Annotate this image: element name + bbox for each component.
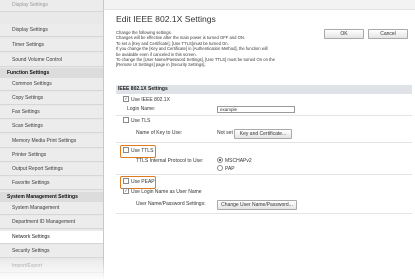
use-login-name-row: ✓ Use Login Name as User Name [123,187,202,196]
sidebar-item-display-settings[interactable]: Display Settings [0,24,103,37]
mschapv2-radio-row: MSCHAPv2 [217,156,252,165]
pap-label: PAP [225,166,235,172]
sidebar-item-memory-media-print-settings[interactable]: Memory Media Print Settings [0,135,103,148]
instructions-text: Change the following settings. Changes w… [116,30,412,68]
use-tls-checkbox[interactable] [123,116,129,123]
divider [116,213,412,214]
sidebar-item-common-settings[interactable]: Common Settings [0,78,103,91]
sidebar-item-import-export[interactable]: Import/Export [0,260,103,273]
instruction-line: [Remote UI Settings] page in [Security S… [116,62,206,68]
login-name-label: Login Name: [127,106,156,112]
sidebar-item-copy-settings[interactable]: Copy Settings [0,92,103,105]
divider [116,142,412,143]
sidebar-item-sound-volume-control[interactable]: Sound Volume Control [0,54,103,67]
use-login-name-label: Use Login Name as User Name [131,189,202,195]
use-tls-row: Use TLS [123,116,151,125]
section-heading: IEEE 802.1X Settings [116,85,412,94]
sidebar-heading-function-settings: Function Settings [0,68,103,78]
login-name-input[interactable] [217,106,295,113]
sidebar-item-timer-settings[interactable]: Timer Settings [0,39,103,52]
use-ttls-checkbox[interactable] [123,146,129,153]
use-peap-checkbox[interactable] [123,177,129,184]
key-name-value: Not set [217,130,233,136]
sidebar-item-network-settings[interactable]: Network Settings [0,231,103,244]
mschapv2-radio[interactable] [217,156,223,163]
pap-radio[interactable] [217,164,223,171]
sidebar-item-favorite-settings[interactable]: Favorite Settings [0,177,103,190]
use-ttls-row: Use TTLS [123,146,154,155]
sidebar-item-printer-settings[interactable]: Printer Settings [0,149,103,162]
top-bar [104,0,415,10]
sidebar-item-display-settings-top[interactable]: Display Settings [0,0,103,12]
sidebar-heading-system-management-settings: System Management Settings [0,192,103,202]
use-tls-label: Use TLS [131,118,151,124]
use-peap-row: Use PEAP [123,177,155,186]
ttls-protocol-label: TTLS Internal Protocol to Use: [136,158,204,164]
use-peap-label: Use PEAP [131,179,155,185]
sidebar-item-fax-settings[interactable]: Fax Settings [0,106,103,119]
use-ieee-8021x-row: ✓ Use IEEE 802.1X [123,95,170,104]
main-panel: Edit IEEE 802.1X Settings OK Cancel Chan… [104,0,415,280]
use-ieee-8021x-checkbox[interactable]: ✓ [123,95,129,102]
sidebar-item-output-report-settings[interactable]: Output Report Settings [0,163,103,176]
page-title: Edit IEEE 802.1X Settings [116,14,216,24]
user-password-label: User Name/Password Settings: [136,201,206,207]
divider [116,115,412,116]
sidebar-item-security-settings[interactable]: Security Settings [0,245,103,258]
sidebar-item-scan-settings[interactable]: Scan Settings [0,120,103,133]
use-ieee-8021x-label: Use IEEE 802.1X [131,97,170,103]
change-user-password-button[interactable]: Change User Name/Password... [217,200,297,210]
divider [116,174,412,175]
sidebar-item-department-id-management[interactable]: Department ID Management [0,216,103,229]
sidebar-item-system-management[interactable]: System Management [0,202,103,215]
pap-radio-row: PAP [217,164,235,173]
use-login-name-checkbox[interactable]: ✓ [123,187,129,194]
settings-sidebar: Display Settings Display Settings Timer … [0,0,104,280]
key-name-label: Name of Key to Use: [136,130,183,136]
use-ttls-label: Use TTLS [131,148,154,154]
mschapv2-label: MSCHAPv2 [225,158,252,164]
key-and-certificate-button[interactable]: Key and Certificate... [234,129,292,139]
